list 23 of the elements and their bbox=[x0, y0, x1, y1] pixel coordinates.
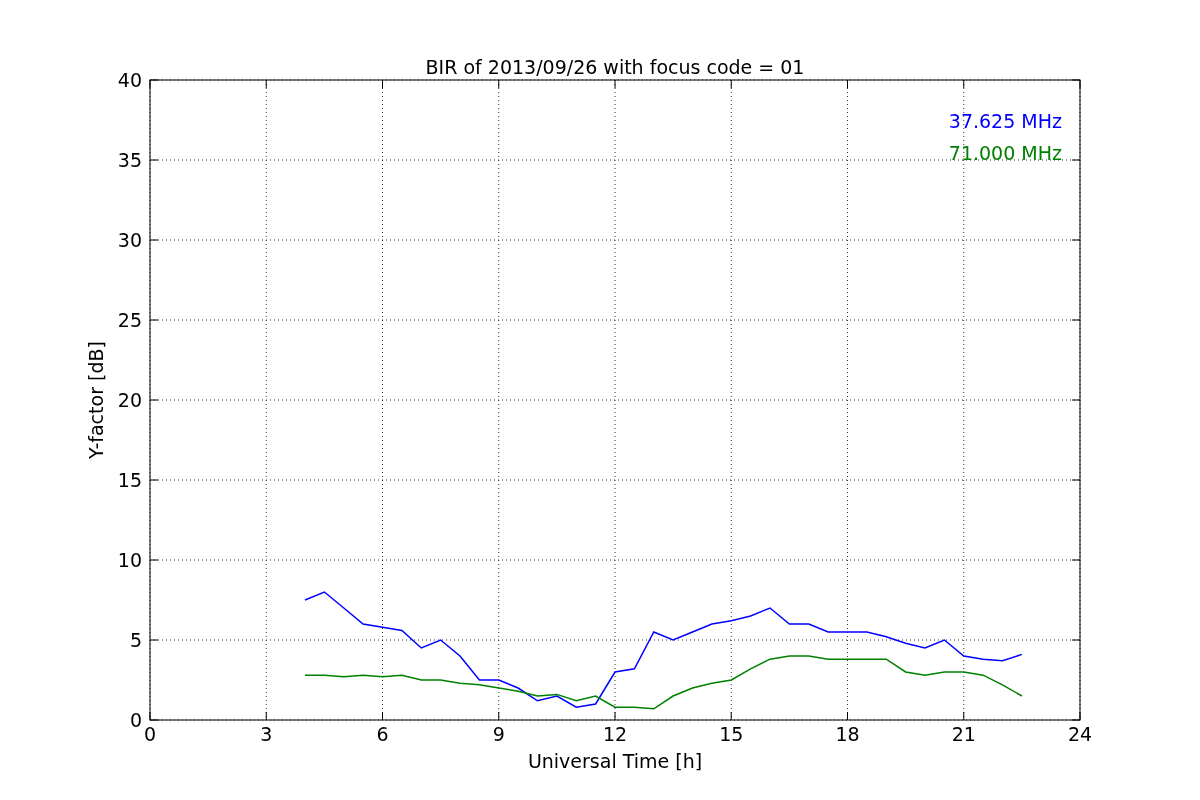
y-axis-label: Y-factor [dB] bbox=[85, 341, 107, 459]
chart-title: BIR of 2013/09/26 with focus code = 01 bbox=[425, 56, 805, 78]
x-axis-label: Universal Time [h] bbox=[527, 750, 703, 772]
y-tick-label: 35 bbox=[117, 149, 142, 171]
x-tick-label: 0 bbox=[143, 723, 157, 745]
legend-label: 71.000 MHz bbox=[948, 142, 1062, 164]
y-tick-label: 20 bbox=[117, 389, 142, 411]
x-tick-label: 6 bbox=[376, 723, 389, 745]
x-tick-label: 9 bbox=[492, 723, 505, 745]
x-tick-label: 18 bbox=[835, 723, 860, 745]
x-tick-label: 21 bbox=[951, 723, 976, 745]
x-tick-label: 24 bbox=[1067, 723, 1093, 745]
y-tick-label: 15 bbox=[117, 469, 142, 491]
x-tick-label: 15 bbox=[719, 723, 744, 745]
y-tick-label: 0 bbox=[129, 709, 142, 731]
x-tick-label: 3 bbox=[260, 723, 273, 745]
y-tick-label: 5 bbox=[129, 629, 142, 651]
x-tick-label: 12 bbox=[602, 723, 628, 745]
y-tick-label: 30 bbox=[117, 229, 142, 251]
y-tick-label: 25 bbox=[117, 309, 142, 331]
legend-label: 37.625 MHz bbox=[948, 110, 1062, 132]
y-tick-label: 40 bbox=[117, 69, 142, 91]
y-tick-label: 10 bbox=[117, 549, 142, 571]
